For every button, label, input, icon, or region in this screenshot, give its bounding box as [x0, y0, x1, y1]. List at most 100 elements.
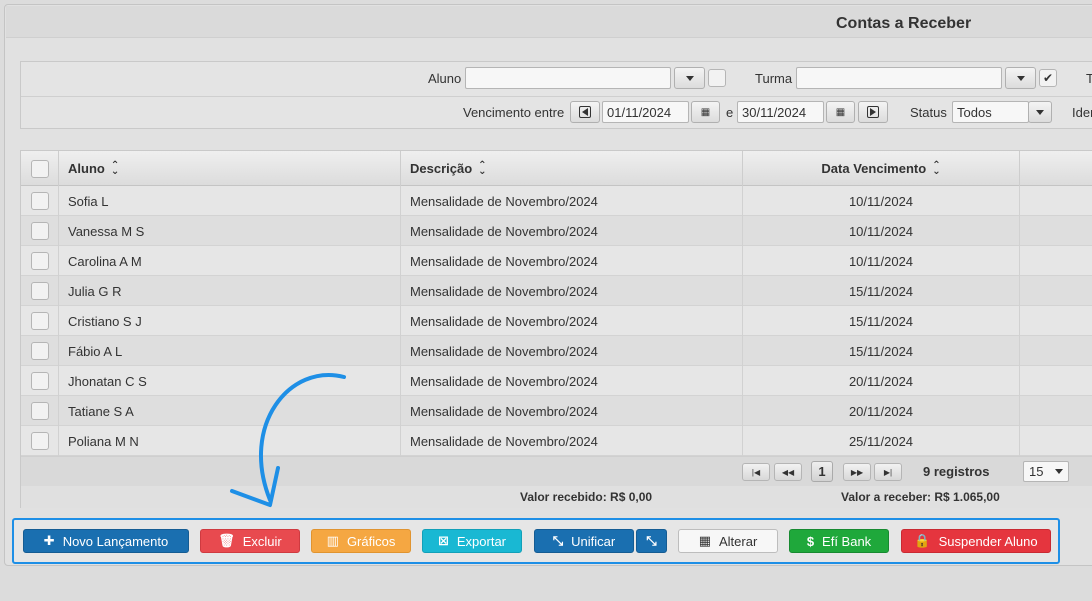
page-title: Contas a Receber	[836, 15, 972, 32]
date-to-input[interactable]: 30/11/2024	[737, 101, 824, 123]
prev-page-button[interactable]: ◀◀	[774, 463, 802, 481]
page-size-select[interactable]: 15	[1023, 461, 1069, 482]
cell-descricao: Mensalidade de Novembro/2024	[401, 396, 743, 426]
suspend-student-label: Suspender Aluno	[938, 533, 1038, 549]
grid-header: Aluno ⌃ ⌄ Descrição ⌃ ⌄ Data Vencimento ⌃ ⌄	[21, 151, 1092, 186]
row-checkbox[interactable]	[30, 312, 49, 330]
compress-icon: ⤡	[552, 533, 564, 548]
select-all-cell	[21, 151, 59, 186]
cell-extra	[1020, 246, 1092, 276]
date-from-calendar-button[interactable]: ▦	[691, 101, 720, 123]
last-page-icon: ▶|	[883, 467, 893, 477]
cell-descricao: Mensalidade de Novembro/2024	[401, 426, 743, 456]
row-checkbox[interactable]	[30, 282, 49, 300]
row-select-cell	[21, 306, 59, 336]
column-header-vencimento[interactable]: Data Vencimento ⌃ ⌄	[743, 151, 1020, 186]
aluno-label: Aluno	[428, 71, 462, 86]
new-entry-button[interactable]: ✚ Novo Lançamento	[23, 529, 189, 553]
cell-descricao: Mensalidade de Novembro/2024	[401, 246, 743, 276]
turma-checkbox[interactable]: ✔	[1039, 69, 1057, 87]
cell-descricao: Mensalidade de Novembro/2024	[401, 336, 743, 366]
date-separator: e	[726, 105, 734, 120]
delete-label: Excluir	[242, 533, 282, 549]
table-row[interactable]: Vanessa M S Mensalidade de Novembro/2024 1…	[21, 216, 1092, 246]
export-button[interactable]: ⊠ Exportar	[422, 529, 522, 553]
row-select-cell	[21, 216, 59, 246]
new-entry-label: Novo Lançamento	[62, 533, 169, 549]
turma-input[interactable]	[796, 67, 1002, 89]
date-to-calendar-button[interactable]: ▦	[826, 101, 855, 123]
table-row[interactable]: Julia G R Mensalidade de Novembro/2024 15/…	[21, 276, 1092, 306]
table-row[interactable]: Tatiane S A Mensalidade de Novembro/2024 2…	[21, 396, 1092, 426]
chevron-down-icon	[1055, 469, 1063, 474]
cell-extra	[1020, 426, 1092, 456]
delete-button[interactable]: 🗑 Excluir	[200, 529, 300, 553]
sort-icon: ⌃ ⌄	[478, 159, 487, 177]
row-checkbox[interactable]	[30, 252, 49, 270]
last-page-button[interactable]: ▶|	[874, 463, 902, 481]
row-checkbox[interactable]	[30, 342, 49, 360]
merge-options-button[interactable]: ⤡	[636, 529, 667, 553]
column-header-label: Data Vencimento	[821, 161, 927, 176]
cell-descricao: Mensalidade de Novembro/2024	[401, 186, 743, 216]
column-header-aluno[interactable]: Aluno ⌃ ⌄	[59, 151, 401, 186]
merge-label: Unificar	[571, 533, 616, 549]
current-page[interactable]: 1	[811, 461, 833, 482]
merge-button[interactable]: ⤡ Unificar	[534, 529, 634, 553]
cell-aluno: Carolina A M	[59, 246, 401, 276]
turma-dropdown-button[interactable]	[1005, 67, 1036, 89]
action-toolbar: ✚ Novo Lançamento 🗑 Excluir ▥ Gráficos ⊠…	[12, 518, 1060, 564]
status-label: Status	[910, 105, 947, 120]
status-select[interactable]: Todos	[952, 101, 1029, 123]
row-select-cell	[21, 366, 59, 396]
table-row[interactable]: Cristiano S J Mensalidade de Novembro/202…	[21, 306, 1092, 336]
date-from-input[interactable]: 01/11/2024	[602, 101, 689, 123]
cell-extra	[1020, 186, 1092, 216]
select-all-checkbox[interactable]	[30, 159, 49, 178]
next-page-icon: ▶▶	[850, 467, 864, 477]
row-checkbox[interactable]	[30, 402, 49, 420]
row-checkbox[interactable]	[30, 432, 49, 450]
next-page-button[interactable]: ▶▶	[843, 463, 871, 481]
aluno-input[interactable]	[465, 67, 671, 89]
charts-label: Gráficos	[346, 533, 396, 549]
aluno-checkbox[interactable]	[708, 69, 726, 87]
first-page-button[interactable]: |◀	[742, 463, 770, 481]
cell-extra	[1020, 366, 1092, 396]
table-row[interactable]: Fábio A L Mensalidade de Novembro/2024 15/…	[21, 336, 1092, 366]
vencimento-label: Vencimento entre	[463, 105, 565, 120]
table-row[interactable]: Sofia L Mensalidade de Novembro/2024 10/11…	[21, 186, 1092, 216]
cell-descricao: Mensalidade de Novembro/2024	[401, 366, 743, 396]
edit-button[interactable]: ▦ Alterar	[678, 529, 778, 553]
row-checkbox[interactable]	[30, 372, 49, 390]
date-next-button[interactable]	[858, 101, 888, 123]
status-dropdown-button[interactable]	[1028, 101, 1052, 123]
page-size-value: 15	[1029, 464, 1044, 479]
filter-divider	[21, 96, 1092, 97]
file-export-icon: ⊠	[437, 533, 449, 548]
chevron-down-icon	[1016, 75, 1025, 81]
suspend-student-button[interactable]: 🔒 Suspender Aluno	[901, 529, 1051, 553]
ident-label: Iden	[1072, 105, 1092, 120]
turma-label: Turma	[755, 71, 793, 86]
efi-bank-button[interactable]: $ Efí Bank	[789, 529, 889, 553]
table-row[interactable]: Poliana M N Mensalidade de Novembro/2024 2…	[21, 426, 1092, 456]
cell-extra	[1020, 216, 1092, 246]
date-prev-button[interactable]	[570, 101, 600, 123]
aluno-dropdown-button[interactable]	[674, 67, 705, 89]
calendar-icon: ▦	[700, 106, 711, 118]
total-received: Valor recebido: R$ 0,00	[520, 490, 653, 504]
arrow-left-icon	[579, 106, 591, 118]
cell-vencimento: 10/11/2024	[743, 246, 1020, 276]
table-row[interactable]: Carolina A M Mensalidade de Novembro/2024…	[21, 246, 1092, 276]
cell-aluno: Poliana M N	[59, 426, 401, 456]
cell-aluno: Cristiano S J	[59, 306, 401, 336]
charts-button[interactable]: ▥ Gráficos	[311, 529, 411, 553]
row-checkbox[interactable]	[30, 222, 49, 240]
prev-page-icon: ◀◀	[781, 467, 795, 477]
table-row[interactable]: Jhonatan C S Mensalidade de Novembro/2024…	[21, 366, 1092, 396]
column-header-descricao[interactable]: Descrição ⌃ ⌄	[401, 151, 743, 186]
row-checkbox[interactable]	[30, 192, 49, 210]
cell-vencimento: 20/11/2024	[743, 366, 1020, 396]
calendar-icon: ▦	[698, 533, 711, 548]
